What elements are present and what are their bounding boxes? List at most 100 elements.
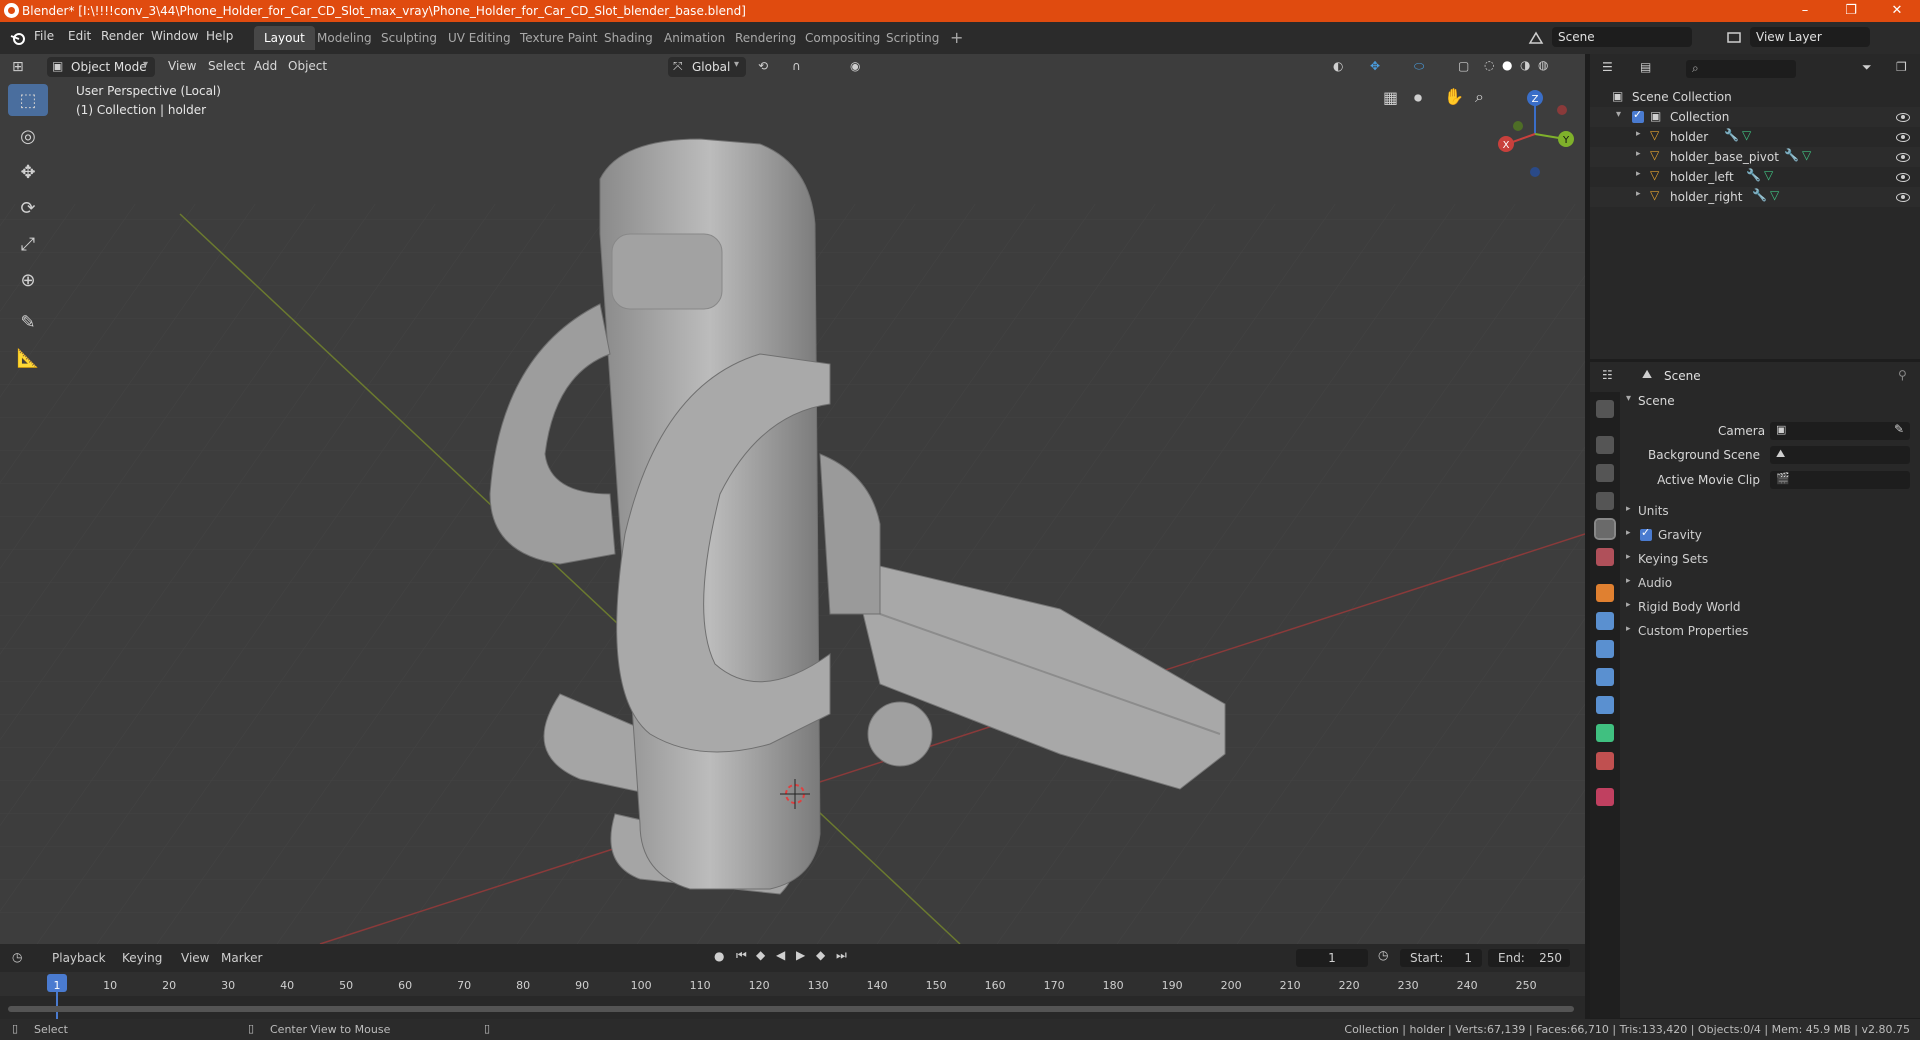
pivot-point-icon[interactable]: ⟲ (758, 59, 768, 73)
menu-select[interactable]: Select (208, 59, 245, 73)
tool-tab-icon[interactable] (1596, 400, 1614, 418)
record-icon[interactable]: ● (714, 949, 724, 963)
outliner-row-holder-right[interactable]: ▸ ▽ holder_right 🔧 ▽ (1590, 187, 1920, 207)
chevron-right-icon[interactable]: ▸ (1636, 129, 1641, 139)
menu-keying[interactable]: Keying (122, 951, 162, 965)
move-tool-icon[interactable]: ✥ (8, 156, 48, 188)
editor-type-icon[interactable]: ⊞ (12, 59, 24, 75)
outliner-row-scene-collection[interactable]: ▣ Scene Collection (1590, 87, 1920, 107)
panel-units[interactable]: ▸ Units (1626, 500, 1916, 522)
rendered-shading-icon[interactable]: ◍ (1538, 58, 1548, 72)
timeline-scrollbar[interactable] (8, 1006, 1574, 1012)
annotate-tool-icon[interactable]: ✎ (8, 306, 48, 338)
maximize-button[interactable]: ❐ (1828, 0, 1874, 22)
render-tab-icon[interactable] (1596, 436, 1614, 454)
menu-help[interactable]: Help (206, 29, 233, 43)
add-workspace-button[interactable]: + (940, 26, 973, 50)
panel-rigid-body-world[interactable]: ▸ Rigid Body World (1626, 596, 1916, 618)
object-tab-icon[interactable] (1596, 584, 1614, 602)
zoom-icon[interactable]: ⌕ (1475, 87, 1484, 107)
start-frame-field[interactable]: Start: 1 (1400, 949, 1482, 967)
measure-tool-icon[interactable]: 📐 (8, 342, 48, 374)
panel-audio[interactable]: ▸ Audio (1626, 572, 1916, 594)
pin-icon[interactable]: ⚲ (1898, 368, 1907, 382)
tab-texture-paint[interactable]: Texture Paint (510, 26, 607, 50)
next-keyframe-icon[interactable]: ◆ (816, 948, 825, 962)
data-tab-icon[interactable] (1596, 724, 1614, 742)
menu-edit[interactable]: Edit (68, 29, 91, 43)
end-frame-field[interactable]: End: 250 (1488, 949, 1570, 967)
constraints-tab-icon[interactable] (1596, 696, 1614, 714)
minimize-button[interactable]: – (1782, 0, 1828, 22)
view-layer-tab-icon[interactable] (1596, 492, 1614, 510)
current-frame-field[interactable]: 1 (1296, 949, 1368, 967)
snap-magnet-icon[interactable]: ∩ (792, 59, 801, 73)
3d-viewport[interactable]: User Perspective (Local) (1) Collection … (0, 54, 1585, 944)
mode-selector[interactable]: ▣ Object Mode ▾ (47, 57, 155, 77)
menu-window[interactable]: Window (151, 29, 198, 43)
wireframe-shading-icon[interactable]: ◌ (1484, 58, 1494, 72)
select-box-tool-icon[interactable]: ⬚ (8, 84, 48, 116)
gravity-checkbox[interactable] (1640, 526, 1652, 541)
solid-shading-icon[interactable]: ● (1502, 58, 1512, 72)
tab-layout[interactable]: Layout (254, 26, 315, 50)
active-movie-clip-field[interactable]: 🎬 (1770, 471, 1910, 489)
clock-icon[interactable]: ◷ (1378, 948, 1388, 962)
chevron-down-icon[interactable]: ▾ (1616, 109, 1621, 120)
outliner-row-holder-left[interactable]: ▸ ▽ holder_left 🔧 ▽ (1590, 167, 1920, 187)
navigation-gizmo[interactable]: Z Y X (1490, 84, 1580, 184)
menu-view[interactable]: View (168, 59, 196, 73)
tab-uv-editing[interactable]: UV Editing (438, 26, 521, 50)
visibility-icon[interactable]: ◐ (1333, 59, 1343, 73)
menu-file[interactable]: File (34, 29, 54, 43)
close-button[interactable]: ✕ (1874, 0, 1920, 22)
eye-icon[interactable] (1896, 133, 1910, 142)
pan-hand-icon[interactable]: ✋ (1444, 87, 1464, 106)
jump-end-icon[interactable]: ⏭ (836, 948, 847, 963)
xray-icon[interactable]: ▢ (1458, 59, 1469, 73)
background-scene-field[interactable]: ⛰ (1770, 446, 1910, 464)
eye-icon[interactable] (1896, 153, 1910, 162)
rotate-tool-icon[interactable]: ⟳ (8, 192, 48, 224)
properties-editor-icon[interactable]: ☷ (1602, 368, 1613, 382)
panel-gravity[interactable]: ▸ Gravity (1626, 524, 1916, 546)
outliner-row-holder-base-pivot[interactable]: ▸ ▽ holder_base_pivot 🔧 ▽ (1590, 147, 1920, 167)
tab-shading[interactable]: Shading (594, 26, 663, 50)
view-layer-selector[interactable]: View Layer (1750, 27, 1870, 47)
gizmo-toggle-icon[interactable]: ✥ (1370, 59, 1380, 73)
tab-scripting[interactable]: Scripting (876, 26, 949, 50)
scale-tool-icon[interactable]: ⤢ (8, 228, 48, 260)
overlays-icon[interactable]: ⬭ (1414, 59, 1424, 74)
jump-start-icon[interactable]: ⏮ (736, 948, 747, 963)
physics-tab-icon[interactable] (1596, 668, 1614, 686)
menu-view[interactable]: View (181, 951, 209, 965)
menu-add[interactable]: Add (254, 59, 277, 73)
outliner-row-collection[interactable]: ▾ ▣ Collection (1590, 107, 1920, 127)
eye-icon[interactable] (1896, 193, 1910, 202)
scene-section-header[interactable]: Scene (1638, 394, 1675, 408)
proportional-edit-icon[interactable]: ◉ (850, 59, 860, 73)
outliner-search-input[interactable]: ⌕ (1686, 60, 1796, 78)
menu-object[interactable]: Object (288, 59, 327, 73)
orientation-selector[interactable]: ⤧ Global ▾ (668, 57, 746, 77)
collection-checkbox[interactable] (1632, 108, 1644, 123)
output-tab-icon[interactable] (1596, 464, 1614, 482)
transform-tool-icon[interactable]: ⊕ (8, 264, 48, 296)
tab-sculpting[interactable]: Sculpting (371, 26, 447, 50)
chevron-right-icon[interactable]: ▸ (1636, 189, 1641, 199)
eyedropper-icon[interactable]: ✎ (1894, 422, 1904, 436)
play-icon[interactable]: ▶ (796, 948, 805, 962)
blender-menu-icon[interactable] (10, 30, 26, 46)
scene-tab-icon[interactable] (1594, 518, 1616, 540)
world-tab-icon[interactable] (1596, 548, 1614, 566)
modifier-tab-icon[interactable] (1596, 612, 1614, 630)
panel-custom-properties[interactable]: ▸ Custom Properties (1626, 620, 1916, 642)
chevron-right-icon[interactable]: ▸ (1636, 169, 1641, 179)
play-reverse-icon[interactable]: ◀ (776, 948, 785, 962)
eye-icon[interactable] (1896, 113, 1910, 122)
panel-keying-sets[interactable]: ▸ Keying Sets (1626, 548, 1916, 570)
menu-playback[interactable]: Playback (52, 951, 106, 965)
tab-animation[interactable]: Animation (654, 26, 735, 50)
material-shading-icon[interactable]: ◑ (1520, 58, 1530, 72)
chevron-right-icon[interactable]: ▸ (1636, 149, 1641, 159)
